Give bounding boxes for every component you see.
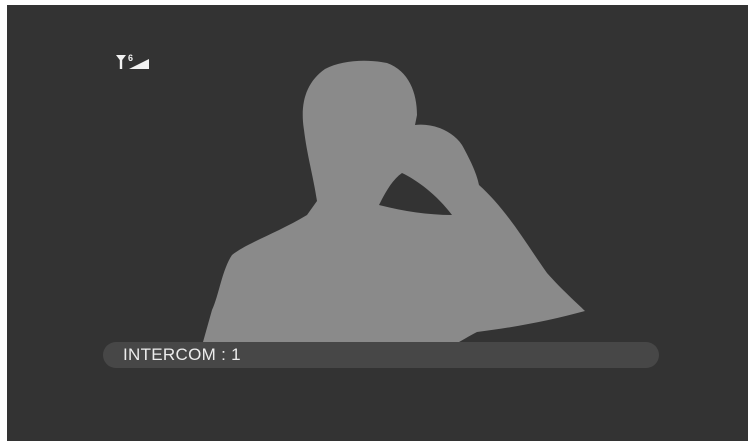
intercom-status-label: INTERCOM : 1	[123, 345, 241, 364]
intercom-status-bar: INTERCOM : 1	[103, 342, 659, 368]
person-on-phone-silhouette	[203, 60, 585, 343]
intercom-screen: 6 INTERCOM : 1	[7, 5, 748, 441]
caller-silhouette-image	[203, 60, 585, 343]
